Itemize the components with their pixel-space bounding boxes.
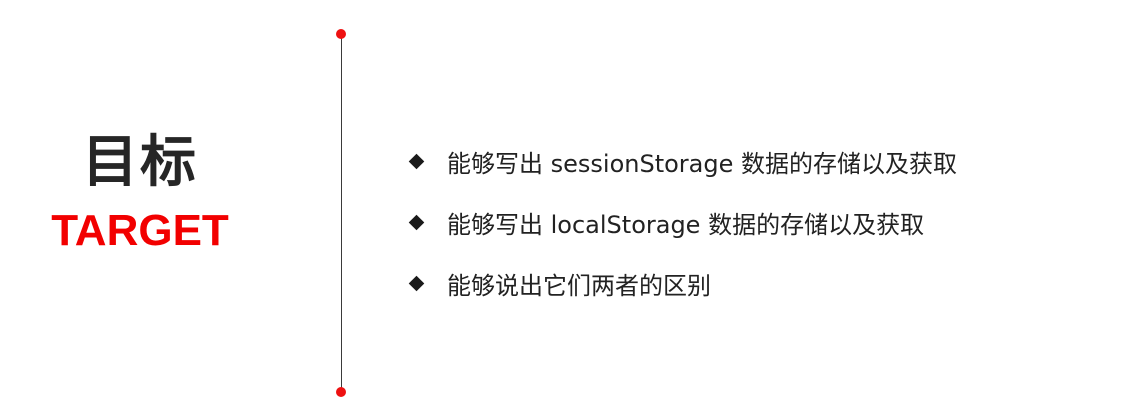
page-title: 目标 [82, 130, 198, 195]
divider-top-dot [336, 29, 346, 39]
goal-list: 能够写出 sessionStorage 数据的存储以及获取 能够写出 local… [408, 138, 957, 321]
goal-text: 能够写出 localStorage 数据的存储以及获取 [447, 210, 925, 239]
goal-text: 能够说出它们两者的区别 [447, 271, 711, 300]
list-item: 能够说出它们两者的区别 [408, 260, 957, 306]
goal-text: 能够写出 sessionStorage 数据的存储以及获取 [447, 149, 957, 178]
diamond-bullet-icon [408, 153, 425, 169]
vertical-divider [341, 34, 342, 392]
diamond-bullet-icon [408, 275, 425, 291]
heading-block: 目标 TARGET [20, 128, 260, 258]
list-item: 能够写出 localStorage 数据的存储以及获取 [408, 199, 957, 245]
divider-bottom-dot [336, 387, 346, 397]
list-item: 能够写出 sessionStorage 数据的存储以及获取 [408, 138, 957, 184]
page-subtitle: TARGET [51, 206, 229, 255]
diamond-bullet-icon [408, 214, 425, 230]
